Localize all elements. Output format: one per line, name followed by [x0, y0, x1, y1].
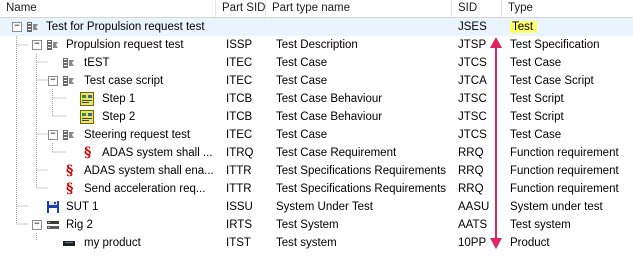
tree-table: − Test for Propulsion request test JSES …: [0, 18, 633, 252]
type-cell: Test: [510, 21, 538, 33]
floppy-disk-icon: [47, 201, 59, 213]
row-name-label: Propulsion request test: [66, 39, 184, 51]
row-name-label: my product: [84, 237, 141, 249]
row-name-label: tEST: [84, 57, 110, 69]
row-name-label: Send acceleration req...: [84, 183, 206, 195]
type-cell: Test Case: [510, 57, 562, 69]
part-sid-cell: ITEC: [226, 57, 253, 69]
table-row[interactable]: my product ITST Test system 10PP Product: [0, 234, 633, 252]
part-sid-cell: ITCB: [226, 93, 253, 105]
double-arrow-icon: [490, 37, 502, 249]
type-cell: Test Script: [510, 111, 564, 123]
column-header-sid[interactable]: SID: [452, 0, 502, 17]
column-header-part-type-name[interactable]: Part type name: [266, 0, 452, 17]
table-row[interactable]: − Steering request test ITEC Test Case J…: [0, 126, 633, 144]
collapse-toggle[interactable]: −: [12, 22, 22, 32]
test-folder-icon: [63, 130, 74, 140]
type-cell: Product: [510, 237, 550, 249]
requirement-icon: §: [84, 145, 92, 161]
test-case-icon: [63, 58, 74, 68]
table-row[interactable]: − Propulsion request test ISSP Test Desc…: [0, 36, 633, 54]
part-sid-cell: ITEC: [226, 75, 253, 87]
part-type-name-cell: Test Case: [276, 57, 328, 69]
collapse-toggle[interactable]: −: [48, 76, 58, 86]
requirement-icon: §: [66, 163, 74, 179]
part-type-name-cell: Test Case Behaviour: [276, 93, 383, 105]
part-sid-cell: ISSP: [226, 39, 253, 51]
part-sid-cell: ITTR: [226, 165, 252, 177]
type-cell: System under test: [510, 201, 603, 213]
row-name-label: Step 2: [102, 111, 136, 123]
type-cell: Test Case Script: [510, 75, 594, 87]
table-row[interactable]: − Test for Propulsion request test JSES …: [0, 18, 633, 36]
table-row[interactable]: tEST ITEC Test Case JTCS Test Case: [0, 54, 633, 72]
table-row[interactable]: Step 1 ITCB Test Case Behaviour JTSC Tes…: [0, 90, 633, 108]
collapse-toggle[interactable]: −: [32, 40, 42, 50]
collapse-toggle[interactable]: −: [48, 130, 58, 140]
row-name-label: Rig 2: [66, 219, 93, 231]
part-type-name-cell: Test Case Requirement: [276, 147, 397, 159]
row-name-label: Steering request test: [84, 129, 191, 141]
table-row[interactable]: § Send acceleration req... ITTR Test Spe…: [0, 180, 633, 198]
requirement-icon: §: [66, 181, 74, 197]
part-type-name-cell: Test Specifications Requirements: [276, 165, 447, 177]
part-sid-cell: ITEC: [226, 129, 253, 141]
type-cell: Test system: [510, 219, 571, 231]
part-sid-cell: ITST: [226, 237, 251, 249]
product-icon: [63, 241, 75, 246]
type-cell: Test Specification: [510, 39, 600, 51]
part-type-name-cell: Test Specifications Requirements: [276, 183, 447, 195]
row-name-label: ADAS system shall ...: [102, 147, 213, 159]
part-type-name-cell: Test Case Behaviour: [276, 111, 383, 123]
column-header-part-sid[interactable]: Part SID: [216, 0, 266, 17]
test-script-icon: [80, 110, 94, 124]
table-row[interactable]: − Test case script ITEC Test Case JTCA T…: [0, 72, 633, 90]
row-name-label: Test case script: [84, 75, 164, 87]
part-type-name-cell: Test Case: [276, 129, 328, 141]
type-cell: Function requirement: [510, 183, 619, 195]
part-sid-cell: IRTS: [226, 219, 252, 231]
part-sid-cell: ITCB: [226, 111, 253, 123]
table-row[interactable]: Step 2 ITCB Test Case Behaviour JTSC Tes…: [0, 108, 633, 126]
part-sid-cell: ITRQ: [226, 147, 254, 159]
test-folder-icon: [27, 22, 38, 32]
part-type-name-cell: System Under Test: [276, 201, 373, 213]
test-script-icon: [80, 92, 94, 106]
column-header-name[interactable]: Name: [0, 0, 216, 17]
table-row[interactable]: § ADAS system shall ... ITRQ Test Case R…: [0, 144, 633, 162]
table-row[interactable]: § ADAS system shall ena... ITTR Test Spe…: [0, 162, 633, 180]
column-header: Name Part SID Part type name SID Type: [0, 0, 633, 18]
table-row[interactable]: SUT 1 ISSU System Under Test AASU System…: [0, 198, 633, 216]
collapse-toggle[interactable]: −: [32, 220, 42, 230]
part-type-name-cell: Test Description: [276, 39, 358, 51]
row-name-label: Step 1: [102, 93, 136, 105]
table-row[interactable]: − Rig 2 IRTS Test System AATS Test syste…: [0, 216, 633, 234]
sid-cell: JSES: [458, 21, 487, 33]
part-type-name-cell: Test Case: [276, 75, 328, 87]
test-folder-icon: [63, 76, 74, 86]
row-name-label: Test for Propulsion request test: [46, 21, 205, 33]
part-sid-cell: ISSU: [226, 201, 253, 213]
row-name-label: SUT 1: [66, 201, 99, 213]
part-type-name-cell: Test system: [276, 237, 337, 249]
part-type-name-cell: Test System: [276, 219, 339, 231]
test-folder-icon: [47, 40, 58, 50]
type-cell: Function requirement: [510, 165, 619, 177]
part-sid-cell: ITTR: [226, 183, 252, 195]
type-cell: Test Case: [510, 129, 562, 141]
type-cell: Test Script: [510, 93, 564, 105]
row-name-label: ADAS system shall ena...: [84, 165, 214, 177]
column-header-type[interactable]: Type: [502, 0, 633, 17]
type-cell: Function requirement: [510, 147, 619, 159]
test-rig-icon: [47, 221, 59, 229]
